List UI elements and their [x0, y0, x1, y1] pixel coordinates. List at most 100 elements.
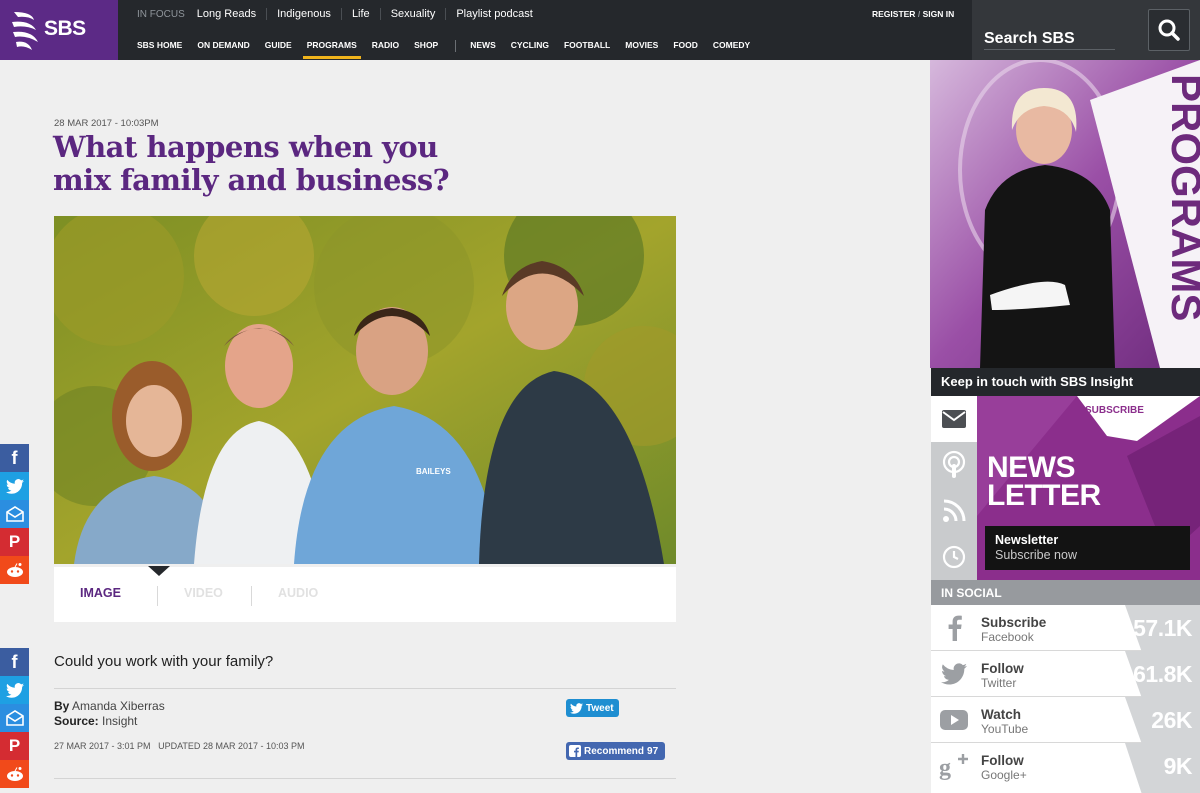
newsletter-subscribe-box[interactable]: Newsletter Subscribe now: [985, 526, 1190, 570]
article-subhead: Could you work with your family?: [54, 653, 274, 670]
share-email-button[interactable]: [0, 500, 29, 528]
by-label: By: [54, 699, 70, 713]
tab-podcast[interactable]: [931, 442, 977, 488]
tab-video[interactable]: VIDEO: [184, 586, 223, 600]
hero-image[interactable]: BAILEYS: [34, 186, 704, 564]
in-focus-link[interactable]: Sexuality: [379, 8, 446, 20]
twitter-icon: [5, 478, 24, 494]
nav-sbs-home[interactable]: SBS HOME: [137, 40, 182, 52]
nav-radio[interactable]: RADIO: [372, 40, 399, 52]
social-count: 61.8K: [1133, 661, 1192, 687]
register-link[interactable]: REGISTER: [872, 9, 915, 19]
divider: [54, 778, 676, 779]
search-input[interactable]: [984, 28, 1115, 50]
tab-rss[interactable]: [931, 488, 977, 534]
facebook-icon: f: [11, 447, 18, 468]
recommend-button[interactable]: Recommend 97: [566, 742, 665, 760]
newsletter-box-subtitle: Subscribe now: [995, 548, 1077, 562]
tweet-label: Tweet: [586, 702, 614, 714]
nav-food[interactable]: FOOD: [673, 40, 698, 52]
in-focus-link[interactable]: Long Reads: [197, 8, 266, 20]
tab-email[interactable]: [931, 396, 977, 442]
nav-shop[interactable]: SHOP: [414, 40, 438, 52]
facebook-icon: [939, 614, 969, 642]
recommend-label: Recommend: [584, 745, 645, 757]
twitter-icon: [5, 682, 24, 698]
programs-promo-image: PROGRAMS: [930, 60, 1200, 368]
google-plus-icon: g: [939, 752, 969, 781]
rss-icon: [943, 499, 966, 522]
social-row-twitter[interactable]: Follow Twitter 61.8K: [931, 651, 1200, 697]
nav-movies[interactable]: MOVIES: [625, 40, 658, 52]
social-row-facebook[interactable]: Subscribe Facebook 157.1K: [931, 605, 1200, 651]
envelope-icon: [942, 410, 966, 428]
svg-text:g: g: [939, 755, 951, 781]
shirt-logo-text: BAILEYS: [416, 467, 451, 476]
share-reddit-button[interactable]: [0, 760, 29, 788]
subscribe-badge[interactable]: SUBSCRIBE: [1085, 405, 1144, 416]
search-icon: [1158, 19, 1180, 41]
nav-on-demand[interactable]: ON DEMAND: [197, 40, 249, 52]
signin-link[interactable]: SIGN IN: [923, 9, 955, 19]
twitter-icon: [939, 660, 969, 688]
tab-image[interactable]: IMAGE: [80, 586, 121, 600]
share-reddit-button[interactable]: [0, 556, 29, 584]
tab-divider: [251, 586, 252, 606]
share-pinterest-button[interactable]: P: [0, 528, 29, 556]
tab-audio[interactable]: AUDIO: [278, 586, 318, 600]
in-focus-label: IN FOCUS: [137, 8, 185, 20]
social-row-google-plus[interactable]: g Follow Google+ 9K: [931, 743, 1200, 793]
email-icon: [5, 506, 24, 522]
share-pinterest-button[interactable]: P: [0, 732, 29, 760]
clock-icon: [942, 545, 966, 569]
pinterest-icon: P: [8, 532, 21, 551]
programs-promo[interactable]: PROGRAMS: [930, 60, 1200, 368]
social-action: Watch: [981, 707, 1021, 722]
account-links: REGISTER / SIGN IN: [872, 9, 954, 19]
media-tabs: IMAGE VIDEO AUDIO: [54, 566, 676, 622]
main-nav: SBS HOME ON DEMAND GUIDE PROGRAMS RADIO …: [137, 40, 765, 59]
article-title: What happens when you mix family and bus…: [53, 131, 473, 197]
updated-label: UPDATED: [158, 741, 201, 751]
tab-schedule[interactable]: [931, 534, 977, 580]
in-focus-link[interactable]: Life: [340, 8, 380, 20]
social-platform: Facebook: [981, 630, 1034, 644]
in-focus-link[interactable]: Indigenous: [266, 8, 341, 20]
email-icon: [5, 710, 24, 726]
byline: By Amanda Xiberras Source: Insight: [54, 699, 165, 729]
family-photo: BAILEYS: [34, 186, 704, 564]
tweet-button[interactable]: Tweet: [566, 699, 619, 717]
newsletter-title: NEWS LETTER: [987, 453, 1101, 511]
article-date: 28 MAR 2017 - 10:03PM: [54, 118, 159, 129]
source-label: Source:: [54, 714, 99, 728]
social-count: 157.1K: [1120, 615, 1193, 641]
share-twitter-button[interactable]: [0, 676, 29, 704]
share-bar: f P: [0, 648, 29, 788]
in-focus-link[interactable]: Playlist podcast: [445, 8, 542, 20]
published-date: 27 MAR 2017 - 3:01 PM: [54, 741, 151, 751]
social-count: 9K: [1163, 753, 1193, 779]
share-email-button[interactable]: [0, 704, 29, 732]
share-facebook-button[interactable]: f: [0, 648, 29, 676]
nav-guide[interactable]: GUIDE: [265, 40, 292, 52]
reddit-icon: [6, 563, 23, 577]
source-name: Insight: [102, 714, 138, 728]
social-row-youtube[interactable]: Watch YouTube 26K: [931, 697, 1200, 743]
in-social-heading: IN SOCIAL: [931, 580, 1200, 605]
social-action: Subscribe: [981, 615, 1047, 630]
sbs-logo[interactable]: SBS: [0, 0, 118, 60]
nav-comedy[interactable]: COMEDY: [713, 40, 750, 52]
nav-news[interactable]: NEWS: [470, 40, 496, 52]
search-button[interactable]: [1148, 9, 1190, 51]
share-facebook-button[interactable]: f: [0, 444, 29, 472]
nav-programs[interactable]: PROGRAMS: [302, 40, 361, 59]
nav-divider: [455, 40, 457, 52]
divider: [54, 688, 676, 689]
nav-football[interactable]: FOOTBALL: [564, 40, 610, 52]
newsletter-panel[interactable]: SUBSCRIBE NEWS LETTER Newsletter Subscri…: [977, 396, 1200, 580]
social-count: 26K: [1151, 707, 1192, 733]
author-name[interactable]: Amanda Xiberras: [72, 699, 165, 713]
facebook-icon: [569, 745, 581, 757]
share-twitter-button[interactable]: [0, 472, 29, 500]
nav-cycling[interactable]: CYCLING: [511, 40, 549, 52]
